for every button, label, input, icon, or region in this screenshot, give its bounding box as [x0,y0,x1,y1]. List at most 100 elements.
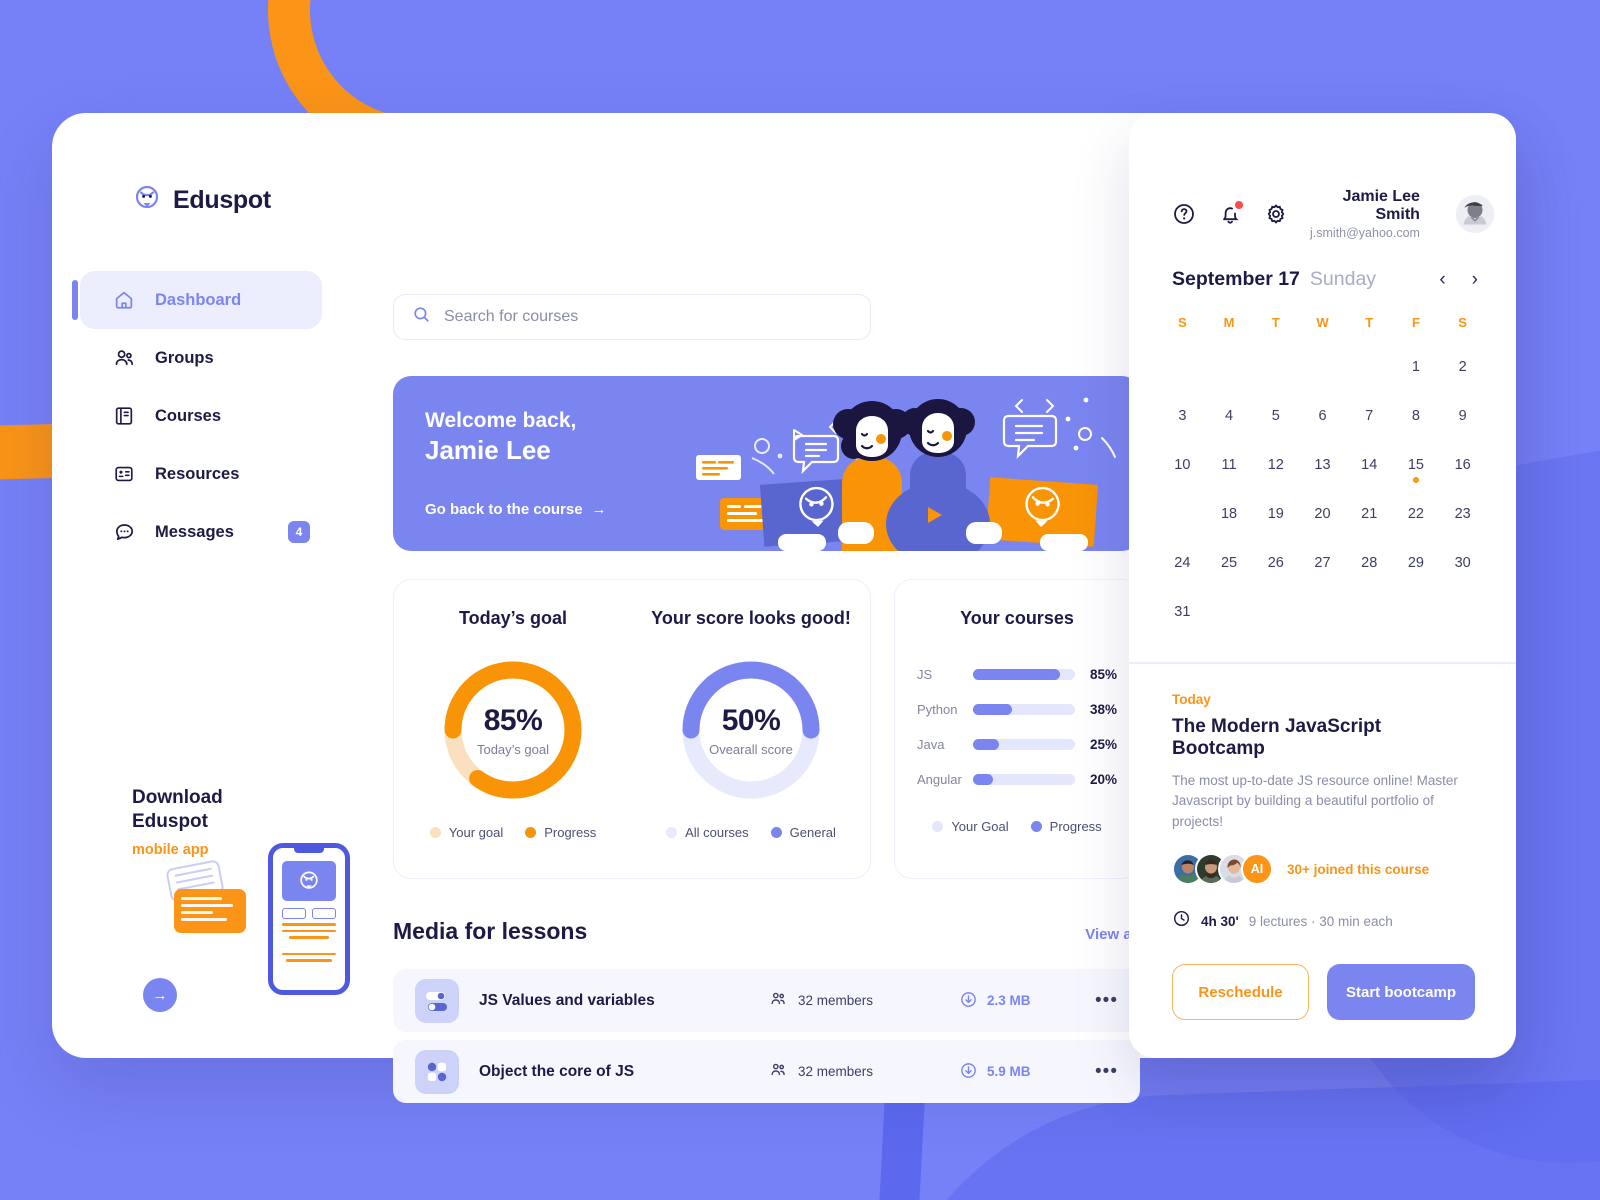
more-options-button[interactable]: ••• [1095,990,1118,1010]
sidebar-item-courses[interactable]: Courses [80,387,322,445]
bootcamp-today-label: Today [1172,691,1211,707]
calendar-day[interactable]: 11 [1206,440,1253,489]
bootcamp-title: The Modern JavaScript Bootcamp [1172,715,1382,759]
joined-count: 30+ joined this course [1287,861,1430,877]
calendar-day[interactable]: 14 [1346,440,1393,489]
start-bootcamp-button[interactable]: Start bootcamp [1327,964,1475,1021]
calendar-day[interactable]: 26 [1252,538,1299,587]
download-icon [959,1061,978,1083]
calendar-day[interactable]: 6 [1299,391,1346,440]
course-percent: 25% [1089,737,1117,752]
calendar-day[interactable]: 30 [1439,538,1486,587]
sidebar-item-messages[interactable]: Messages 4 [80,503,322,561]
calendar-day[interactable]: 10 [1159,440,1206,489]
sidebar-item-resources[interactable]: Resources [80,445,322,503]
phone-notch [294,848,324,853]
sidebar-item-label: Groups [155,348,214,367]
today-goal-title: Today’s goal [458,608,568,628]
legend-dot [770,827,782,838]
calendar-day[interactable]: 5 [1252,391,1299,440]
calendar-month-day: September 17 [1172,268,1300,290]
calendar-day[interactable]: 22 [1393,489,1440,538]
chat-icon [112,520,136,544]
reschedule-button[interactable]: Reschedule [1172,964,1309,1021]
calendar-day[interactable]: 16 [1439,440,1486,489]
calendar-day[interactable]: 23 [1439,489,1486,538]
help-icon[interactable] [1172,202,1196,226]
sidebar-item-dashboard[interactable]: Dashboard [72,271,322,329]
calendar-day[interactable]: 7 [1346,391,1393,440]
gear-icon[interactable] [1264,202,1288,226]
calendar-day[interactable]: 15 [1393,440,1440,489]
avatar-group: AI [1172,853,1273,886]
overall-score-chart-block: Your score looks good! [632,608,870,629]
your-courses-title: Your courses [960,608,1074,628]
calendar-day[interactable]: 19 [1252,489,1299,538]
decor-blue-stripe [874,1089,926,1200]
toggle-list-icon [415,978,459,1023]
media-row[interactable]: JS Values and variables 32 members 2.3 M… [393,969,1140,1032]
calendar-dow: S [1458,315,1467,330]
calendar-day[interactable]: 29 [1393,538,1440,587]
download-icon [959,990,978,1012]
bootcamp-card: Today The Modern JavaScript Bootcamp The… [1129,664,1516,1021]
go-back-label: Go back to the course [425,501,583,518]
calendar-day[interactable]: 12 [1252,440,1299,489]
calendar-day[interactable]: 17 [1159,489,1206,538]
legend-label: All courses [685,825,749,840]
overall-score-donut: 50% Ovearall score [676,655,826,805]
overall-score-legend: All courses General [632,825,870,840]
calendar-day[interactable]: 31 [1159,587,1206,636]
course-progress-row: Python 38% [917,692,1117,727]
calendar-cell-empty [1159,342,1206,391]
course-progress-list: JS 85% Python 38% Java 25% Angular 20% [895,657,1139,797]
more-options-button[interactable]: ••• [1095,1061,1118,1081]
phone-owl-icon [282,861,336,901]
calendar-next-button[interactable]: › [1472,270,1478,289]
students-illustration [696,397,1116,551]
calendar-day[interactable]: 21 [1346,489,1393,538]
calendar-day[interactable]: 9 [1439,391,1486,440]
calendar-day[interactable]: 18 [1206,489,1253,538]
legend-label: Your Goal [951,819,1009,834]
course-progress-track [973,669,1075,680]
calendar-day[interactable]: 8 [1393,391,1440,440]
legend-item: All courses [666,825,749,840]
avatar[interactable] [1455,195,1494,233]
promo-arrow-button[interactable]: → [143,978,177,1012]
calendar-day[interactable]: 20 [1299,489,1346,538]
calendar-day[interactable]: 3 [1159,391,1206,440]
banner-text: Welcome back, Jamie Lee [425,409,576,466]
clock-icon [1172,909,1191,933]
media-size: 5.9 MB [959,1061,1079,1083]
sidebar-item-groups[interactable]: Groups [80,329,322,387]
bell-icon[interactable] [1218,201,1243,226]
bootcamp-lectures: 9 lectures · 30 min each [1248,913,1393,929]
calendar-day[interactable]: 4 [1206,391,1253,440]
today-goal-label: Today’s goal [476,741,550,757]
legend-dot [932,821,944,832]
phone-line [282,923,336,926]
calendar-day[interactable]: 1 [1393,342,1440,391]
people-icon [112,346,136,370]
calendar-day[interactable]: 24 [1159,538,1206,587]
calendar-day[interactable]: 13 [1299,440,1346,489]
calendar-cell-empty [1346,342,1393,391]
notification-dot [1235,201,1243,209]
overall-score-title: Your score looks good! [651,608,851,628]
calendar-day[interactable]: 27 [1299,538,1346,587]
calendar-prev-button[interactable]: ‹ [1439,270,1445,289]
promo-title-line1: Download [132,787,223,808]
media-row[interactable]: Object the core of JS 32 members 5.9 MB [393,1040,1140,1103]
user-info[interactable]: Jamie Lee Smith j.smith@yahoo.com [1310,188,1420,240]
phone-chip [282,908,306,919]
calendar-nav: ‹ › [1439,270,1478,289]
phone-line [282,929,336,933]
calendar-day[interactable]: 25 [1206,538,1253,587]
calendar-day[interactable]: 2 [1439,342,1486,391]
go-back-to-course-link[interactable]: Go back to the course → [425,501,607,518]
search-bar[interactable] [393,294,871,340]
calendar-day[interactable]: 28 [1346,538,1393,587]
search-input[interactable] [444,308,852,326]
course-percent: 85% [1089,667,1117,682]
